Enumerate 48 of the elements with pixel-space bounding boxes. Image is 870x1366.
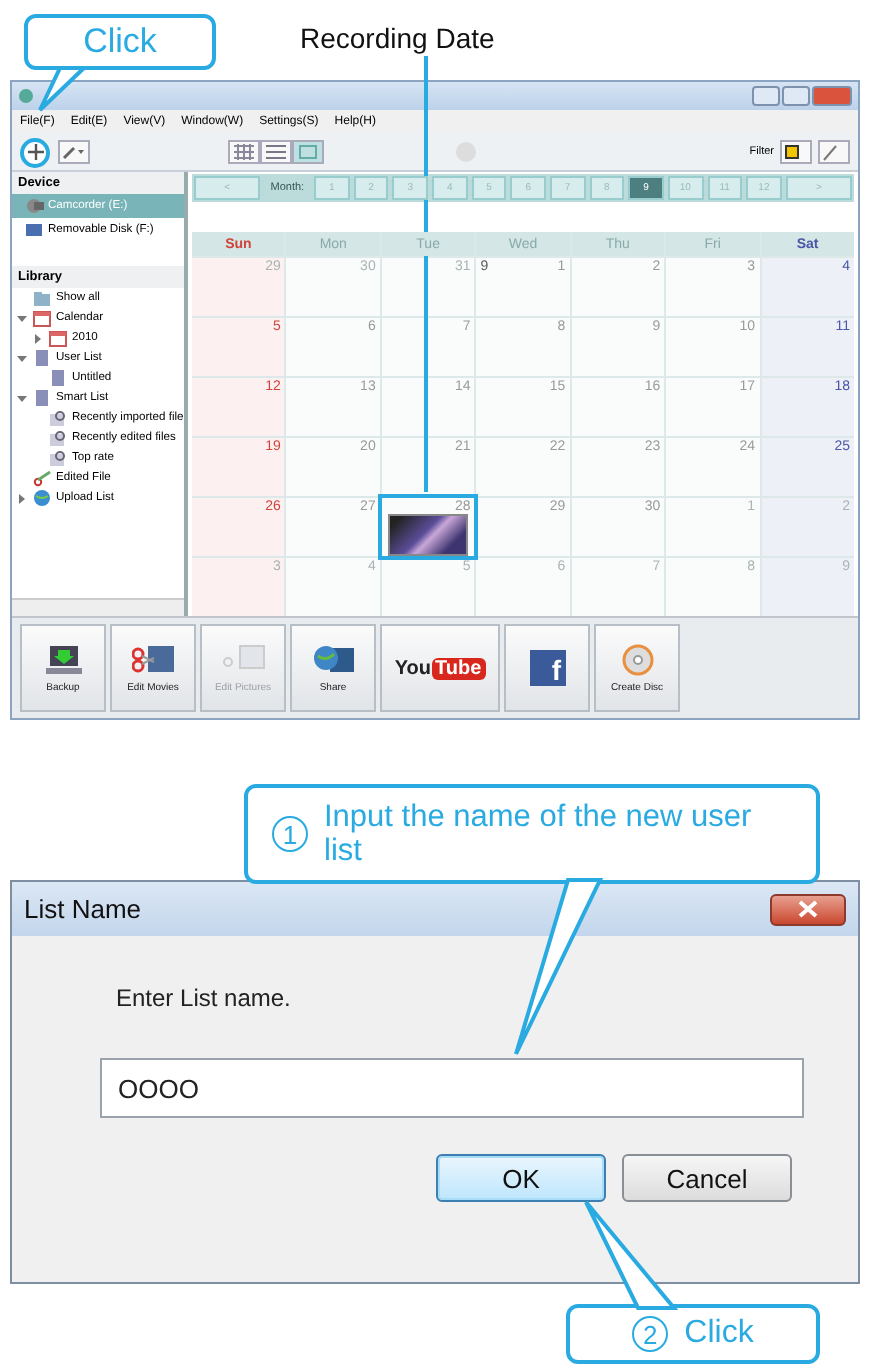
app-icon (18, 88, 34, 104)
globe-icon (32, 488, 52, 508)
facebook-button[interactable]: f (504, 624, 590, 712)
list-icon (266, 144, 286, 160)
close-icon (798, 900, 818, 918)
view-mode-button[interactable] (228, 140, 260, 164)
recording-date-label: Recording Date (300, 22, 495, 54)
callout-text: Input the name of the new user list (324, 800, 754, 868)
scissors-icon (32, 468, 52, 488)
expanded-arrow-icon[interactable] (16, 353, 28, 363)
scissors-picture-icon (221, 643, 265, 675)
calendar-icon (298, 144, 318, 160)
video-thumbnail[interactable] (388, 514, 469, 556)
collapsed-arrow-icon[interactable] (32, 333, 44, 343)
folder-search-icon (48, 408, 68, 428)
scissors-film-icon (131, 643, 175, 675)
folder-icon (32, 288, 52, 308)
dialog-title: List Name (24, 894, 142, 924)
prompt-text: Enter List name. (116, 984, 293, 1012)
globe-film-icon (311, 643, 355, 675)
add-button[interactable] (20, 137, 50, 167)
pen-icon (62, 144, 86, 160)
view-mode-button[interactable] (260, 140, 292, 164)
step-number: 1 (272, 816, 308, 852)
youtube-button[interactable]: You Tube (380, 624, 500, 712)
expanded-arrow-icon[interactable] (16, 393, 28, 403)
camcorder-icon (24, 196, 44, 216)
expanded-arrow-icon[interactable] (16, 313, 28, 323)
edit-dropdown-button[interactable] (58, 140, 90, 164)
folder-search-icon (48, 448, 68, 468)
dialog-button[interactable]: OK (436, 1154, 606, 1202)
step-number: 2 (632, 1316, 669, 1352)
collapsed-arrow-icon[interactable] (16, 493, 28, 503)
sort-button[interactable] (818, 140, 850, 164)
filter-button[interactable] (780, 140, 812, 164)
grid-icon (234, 144, 254, 160)
close-button[interactable] (770, 893, 846, 925)
calendar-icon (48, 328, 68, 348)
callout-text: Click (684, 1316, 754, 1352)
maximize-button[interactable] (782, 86, 810, 106)
backup-icon (45, 643, 81, 675)
dialog-button[interactable]: Cancel (622, 1154, 792, 1202)
disc-icon (621, 643, 653, 675)
folder-search-icon (48, 428, 68, 448)
calendar-icon (32, 308, 52, 328)
plus-icon (27, 144, 43, 160)
minimize-button[interactable] (752, 86, 780, 106)
horizontal-scrollbar[interactable] (12, 598, 184, 616)
